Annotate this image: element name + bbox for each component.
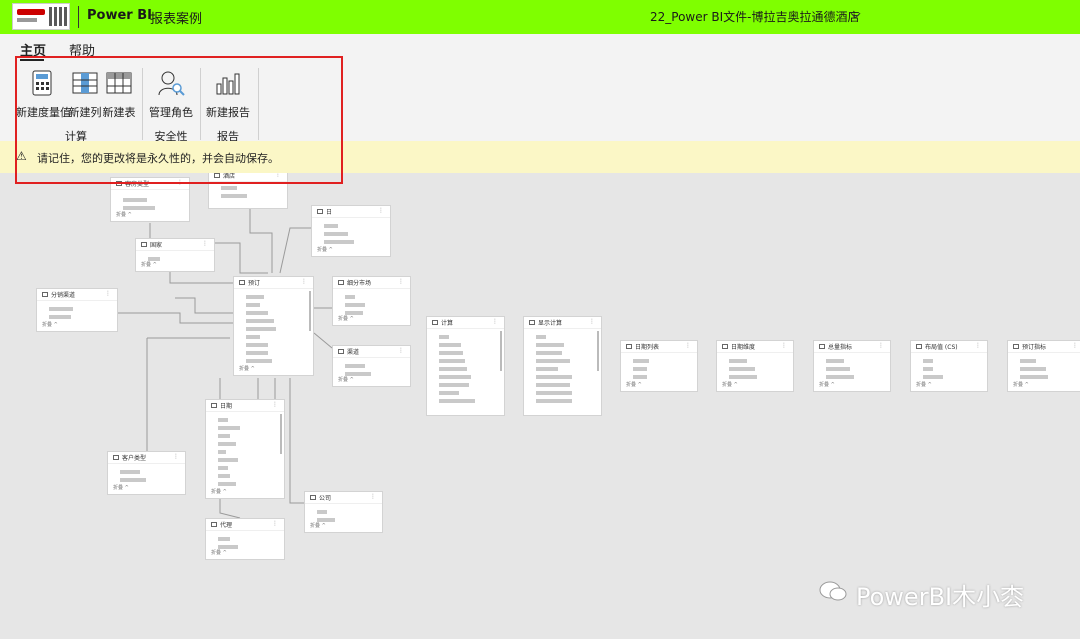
table-card[interactable]: 总量指标 ⋮ 折叠 ^	[813, 340, 891, 392]
table-card[interactable]: 日 ⋮ 折叠 ^	[311, 205, 391, 257]
table-card[interactable]: 客户类型 ⋮ 折叠 ^	[107, 451, 186, 495]
logo	[12, 3, 70, 30]
table-card[interactable]: 分销渠道 ⋮ 折叠 ^	[36, 288, 118, 332]
model-canvas[interactable]: 客房类型 ⋮ 折叠 ^ 酒店 ⋮ 日 ⋮ 折叠 ^ 国家 ⋮ 折叠 ^ 分销渠道 ⋮ 折叠…	[0, 173, 1080, 639]
table-card[interactable]: 国家 ⋮ 折叠 ^	[135, 238, 215, 272]
table-card[interactable]: 细分市场 ⋮ 折叠 ^	[332, 276, 411, 326]
table-card[interactable]: 显示计算 ⋮	[523, 316, 602, 416]
table-card[interactable]: 日期列表 ⋮ 折叠 ^	[620, 340, 698, 392]
highlight-box	[15, 56, 343, 184]
report-name: 报表案例	[150, 12, 203, 27]
table-card[interactable]: 日期 ⋮ 折叠 ^	[205, 399, 285, 499]
table-card[interactable]: 渠道 ⋮ 折叠 ^	[332, 345, 411, 387]
wechat-icon	[819, 581, 847, 601]
top-bar: Power BI 报表案例 22_Power BI文件-博拉吉奥拉通德酒店	[0, 0, 1080, 34]
app-name: Power BI	[87, 8, 152, 23]
table-card[interactable]: 公司 ⋮ 折叠 ^	[304, 491, 383, 533]
table-card[interactable]: 代理 ⋮ 折叠 ^	[205, 518, 285, 560]
file-name-button[interactable]: 22_Power BI文件-博拉吉奥拉通德酒店	[650, 8, 859, 25]
watermark: PowerBI木小枩	[856, 583, 1025, 611]
qr-code-icon	[49, 7, 68, 26]
table-card[interactable]: 预订 ⋮ 折叠 ^	[233, 276, 314, 376]
divider	[78, 6, 79, 28]
table-card[interactable]: 计算 ⋮	[426, 316, 505, 416]
table-card[interactable]: 日期维度 ⋮ 折叠 ^	[716, 340, 794, 392]
table-card[interactable]: 布局值 (CS) ⋮ 折叠 ^	[910, 340, 988, 392]
table-card[interactable]: 预订指标 ⋮ 折叠 ^	[1007, 340, 1080, 392]
